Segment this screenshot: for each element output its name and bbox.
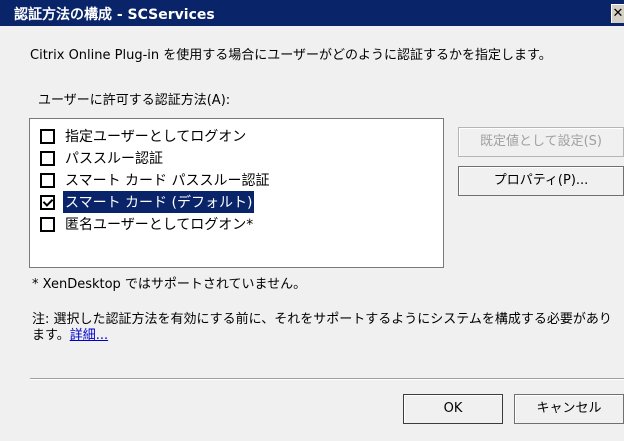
auth-method-item[interactable]: スマート カード (デフォルト)	[30, 191, 443, 213]
checkbox[interactable]	[40, 216, 55, 232]
auth-method-label: パススルー認証	[65, 151, 163, 167]
note-body: 注: 選択した認証方法を有効にする前に、それをサポートするようにシステムを構成す…	[32, 312, 612, 343]
checkbox[interactable]	[40, 172, 55, 188]
note-text: 注: 選択した認証方法を有効にする前に、それをサポートするようにシステムを構成す…	[32, 312, 617, 344]
close-icon[interactable]: ✕	[611, 4, 624, 23]
title-bar: 認証方法の構成 - SCServices ✕	[0, 0, 624, 26]
auth-method-label: 指定ユーザーとしてログオン	[65, 129, 247, 145]
checkbox[interactable]	[40, 150, 55, 166]
properties-button[interactable]: プロパティ(P)...	[458, 166, 624, 196]
auth-method-item[interactable]: パススルー認証	[30, 147, 443, 169]
checkbox[interactable]	[40, 128, 55, 144]
window-title: 認証方法の構成 - SCServices	[14, 7, 215, 23]
cancel-button[interactable]: キャンセル	[514, 394, 624, 424]
auth-methods-label: ユーザーに許可する認証方法(A):	[38, 93, 231, 108]
auth-method-label: スマート カード (デフォルト)	[63, 191, 255, 213]
description-text: Citrix Online Plug-in を使用する場合にユーザーがどのように…	[30, 48, 552, 63]
details-link[interactable]: 詳細...	[70, 328, 108, 343]
checkbox[interactable]	[40, 194, 55, 210]
footnote-text: * XenDesktop ではサポートされていません。	[32, 277, 307, 292]
auth-method-item[interactable]: 匿名ユーザーとしてログオン*	[30, 213, 443, 235]
auth-config-dialog: 認証方法の構成 - SCServices ✕ Citrix Online Plu…	[0, 0, 624, 441]
ok-button[interactable]: OK	[403, 394, 503, 424]
auth-method-label: 匿名ユーザーとしてログオン*	[65, 217, 254, 233]
auth-method-item[interactable]: スマート カード パススルー認証	[30, 169, 443, 191]
auth-method-label: スマート カード パススルー認証	[65, 173, 270, 189]
auth-method-item[interactable]: 指定ユーザーとしてログオン	[30, 125, 443, 147]
divider	[30, 378, 624, 380]
auth-methods-list[interactable]: 指定ユーザーとしてログオン パススルー認証 スマート カード パススルー認証 ス…	[29, 118, 444, 268]
set-default-button[interactable]: 既定値として設定(S)	[458, 127, 624, 157]
